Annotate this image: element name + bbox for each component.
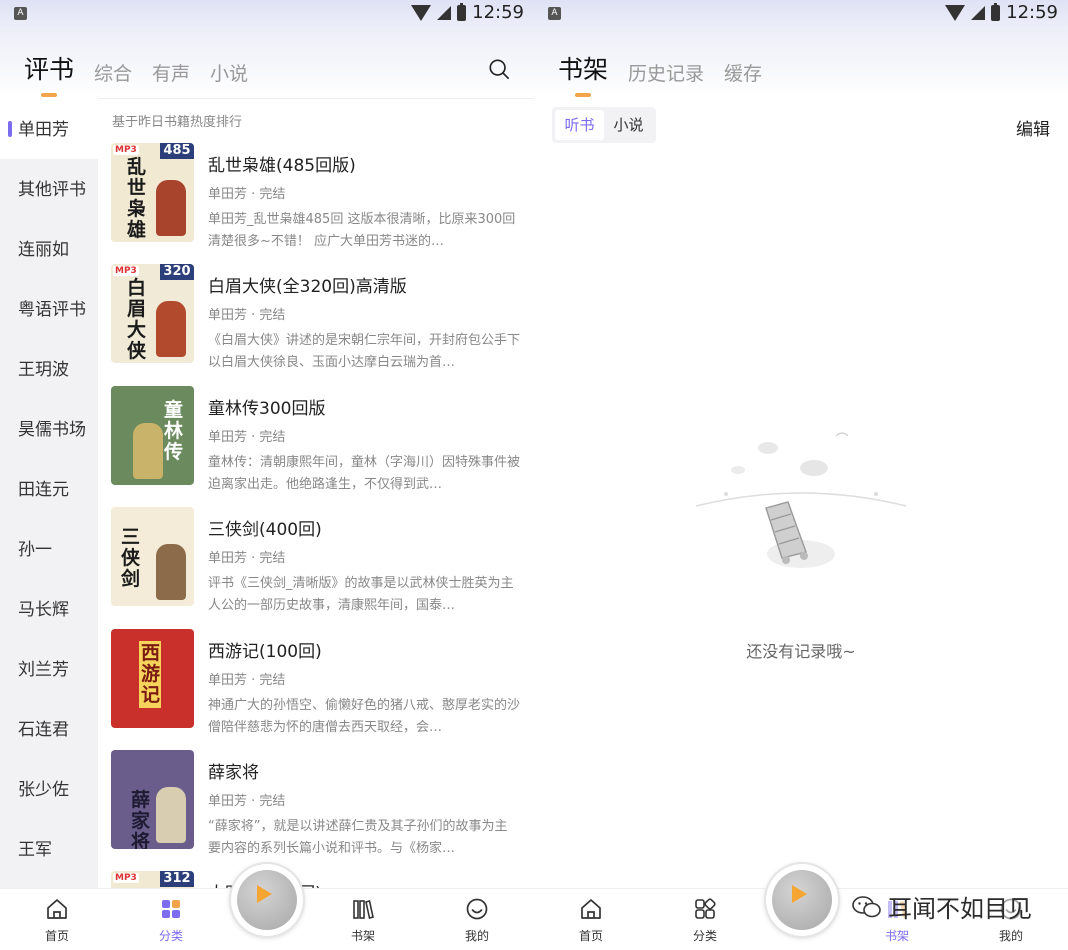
nav-home[interactable]: 首页 [27,897,87,944]
tab-cache[interactable]: 缓存 [724,59,762,86]
ranking-hint: 基于昨日书籍热度排行 [112,115,243,130]
list-item[interactable]: MP3 320 白眉大侠 白眉大侠(全320回)高清版 单田芳 · 完结 《白眉… [111,264,521,374]
list-item[interactable]: 三侠剑 三侠剑(400回) 单田芳 · 完结 评书《三侠剑_清晰版》的故事是以武… [111,507,521,617]
author-sidebar: 单田芳 其他评书 连丽如 粤语评书 王玥波 昊儒书场 田连元 孙一 马长辉 刘兰… [0,99,98,889]
play-button[interactable] [766,864,838,936]
nav-category[interactable]: 分类 [141,897,201,944]
segment-novel[interactable]: 小说 [604,110,653,140]
status-bar: A 12:59 [0,0,534,28]
nav-bookshelf[interactable]: 书架 [333,897,393,944]
home-icon [581,899,601,919]
content-type-toggle: 听书 小说 [552,107,656,143]
notification-badge: A [14,7,27,20]
sidebar-item-dantianfang[interactable]: 单田芳 [0,99,98,159]
battery-icon [991,2,1001,21]
list-item[interactable]: 童林传 童林传300回版 单田芳 · 完结 童林传：清朝康熙年间，童林（字海川）… [111,386,521,496]
sidebar-item[interactable]: 连丽如 [0,219,98,279]
wifi-icon [411,4,432,21]
book-desc: 单田芳_乱世枭雄485回 这版本很清晰，比原来300回清楚很多~不错！ 应广大单… [208,212,516,249]
nav-home[interactable]: 首页 [561,897,621,944]
home-icon [47,899,67,919]
battery-icon [457,2,467,21]
status-bar: A 12:59 [534,0,1068,28]
book-title: 三侠剑(400回) [208,520,322,540]
nav-category[interactable]: 分类 [675,897,735,944]
play-icon [792,885,807,903]
search-icon[interactable] [488,58,510,80]
notification-badge: A [548,7,561,20]
play-button[interactable] [231,864,303,936]
wechat-icon [852,895,881,917]
book-desc: 神通广大的孙悟空、偷懒好色的猪八戒、憨厚老实的沙僧陪伴慈悲为怀的唐僧去西天取经，… [208,698,520,735]
tab-history[interactable]: 历史记录 [628,59,704,86]
book-title: 乱世枭雄(485回版) [208,156,356,176]
book-meta: 单田芳 · 完结 [208,187,286,202]
sidebar-item[interactable]: 其他评书 [0,159,98,219]
book-meta: 单田芳 · 完结 [208,794,286,809]
sidebar-item[interactable]: 石连君 [0,699,98,759]
tab-zonghe[interactable]: 综合 [94,59,132,86]
book-list: 基于昨日书籍热度排行 MP3 485 乱世枭雄 乱世枭雄(485回版) 单田芳 … [98,99,534,889]
book-meta: 单田芳 · 完结 [208,551,286,566]
sidebar-item[interactable]: 马长辉 [0,579,98,639]
watermark: 耳闻不如目见 [852,889,1032,924]
book-cover: MP3 312 [111,871,194,889]
nav-mine[interactable]: 我的 [447,897,507,944]
list-item[interactable]: MP3 485 乱世枭雄 乱世枭雄(485回版) 单田芳 · 完结 单田芳_乱世… [111,143,521,253]
book-meta: 单田芳 · 完结 [208,430,286,445]
list-item[interactable]: 西游记 西游记(100回) 单田芳 · 完结 神通广大的孙悟空、偷懒好色的猪八戒… [111,629,521,739]
book-title: 童林传300回版 [208,399,326,419]
list-item-partial[interactable]: MP3 312 大明(全312回) [111,871,521,889]
book-title: 西游记(100回) [208,642,322,662]
wifi-icon [945,4,966,21]
list-item[interactable]: 薛家将 薛家将 单田芳 · 完结 “薛家将”，就是以讲述薛仁贵及其子孙们的故事为… [111,750,521,860]
book-desc: 评书《三侠剑_清晰版》的故事是以武林侠士胜英为主人公的一部历史故事，清康熙年间，… [208,576,514,613]
book-cover: 童林传 [111,386,194,485]
book-title: 薛家将 [208,763,259,783]
book-title: 白眉大侠(全320回)高清版 [208,277,407,297]
sidebar-item[interactable]: 孙一 [0,519,98,579]
sidebar-item[interactable]: 刘兰芳 [0,639,98,699]
header: 评书 综合 有声 小说 [0,28,534,98]
sidebar-item[interactable]: 王玥波 [0,339,98,399]
book-meta: 单田芳 · 完结 [208,673,286,688]
segment-audio[interactable]: 听书 [555,110,604,140]
tab-xiaoshuo[interactable]: 小说 [210,59,248,86]
book-cover: 三侠剑 [111,507,194,606]
signal-icon [437,5,452,20]
play-icon [257,885,272,903]
clock: 12:59 [472,2,524,23]
sidebar-item[interactable]: 张少佐 [0,759,98,819]
tab-pingshu[interactable]: 评书 [24,50,74,86]
tab-bookshelf[interactable]: 书架 [558,50,608,86]
category-icon [162,900,180,918]
smile-icon [466,898,488,920]
book-cover: MP3 485 乱世枭雄 [111,143,194,242]
category-icon [695,898,716,919]
sidebar-item[interactable]: 田连元 [0,459,98,519]
book-desc: “薛家将”，就是以讲述薛仁贵及其子孙们的故事为主要内容的系列长篇小说和评书。与《… [208,819,508,856]
book-cover: MP3 320 白眉大侠 [111,264,194,363]
clock: 12:59 [1006,2,1058,23]
category-screen: A 12:59 评书 综合 有声 小说 单田芳 其他评书 连丽如 粤语评书 王玥… [0,0,534,950]
tab-yousheng[interactable]: 有声 [152,59,190,86]
sidebar-item[interactable]: 昊儒书场 [0,399,98,459]
book-cover: 西游记 [111,629,194,728]
bookshelf-screen: A 12:59 书架 历史记录 缓存 听书 小说 编辑 还没有记录哦~ 首页 分… [534,0,1068,950]
top-tabs: 书架 历史记录 缓存 [558,50,762,86]
sidebar-item[interactable]: 王军 [0,819,98,879]
empty-state-illustration [695,432,907,568]
book-desc: 《白眉大侠》讲述的是宋朝仁宗年间，开封府包公手下以白眉大侠徐良、玉面小达摩白云瑞… [208,333,520,370]
empty-state-text: 还没有记录哦~ [746,642,856,661]
top-tabs: 评书 综合 有声 小说 [24,50,248,86]
book-meta: 单田芳 · 完结 [208,308,286,323]
edit-button[interactable]: 编辑 [1016,115,1050,140]
header: 书架 历史记录 缓存 [534,28,1068,98]
bookshelf-icon [353,899,374,920]
sidebar-item[interactable]: 粤语评书 [0,279,98,339]
signal-icon [971,5,986,20]
book-cover: 薛家将 [111,750,194,849]
book-desc: 童林传：清朝康熙年间，童林（字海川）因特殊事件被迫离家出走。他绝路逢生，不仅得到… [208,455,520,492]
